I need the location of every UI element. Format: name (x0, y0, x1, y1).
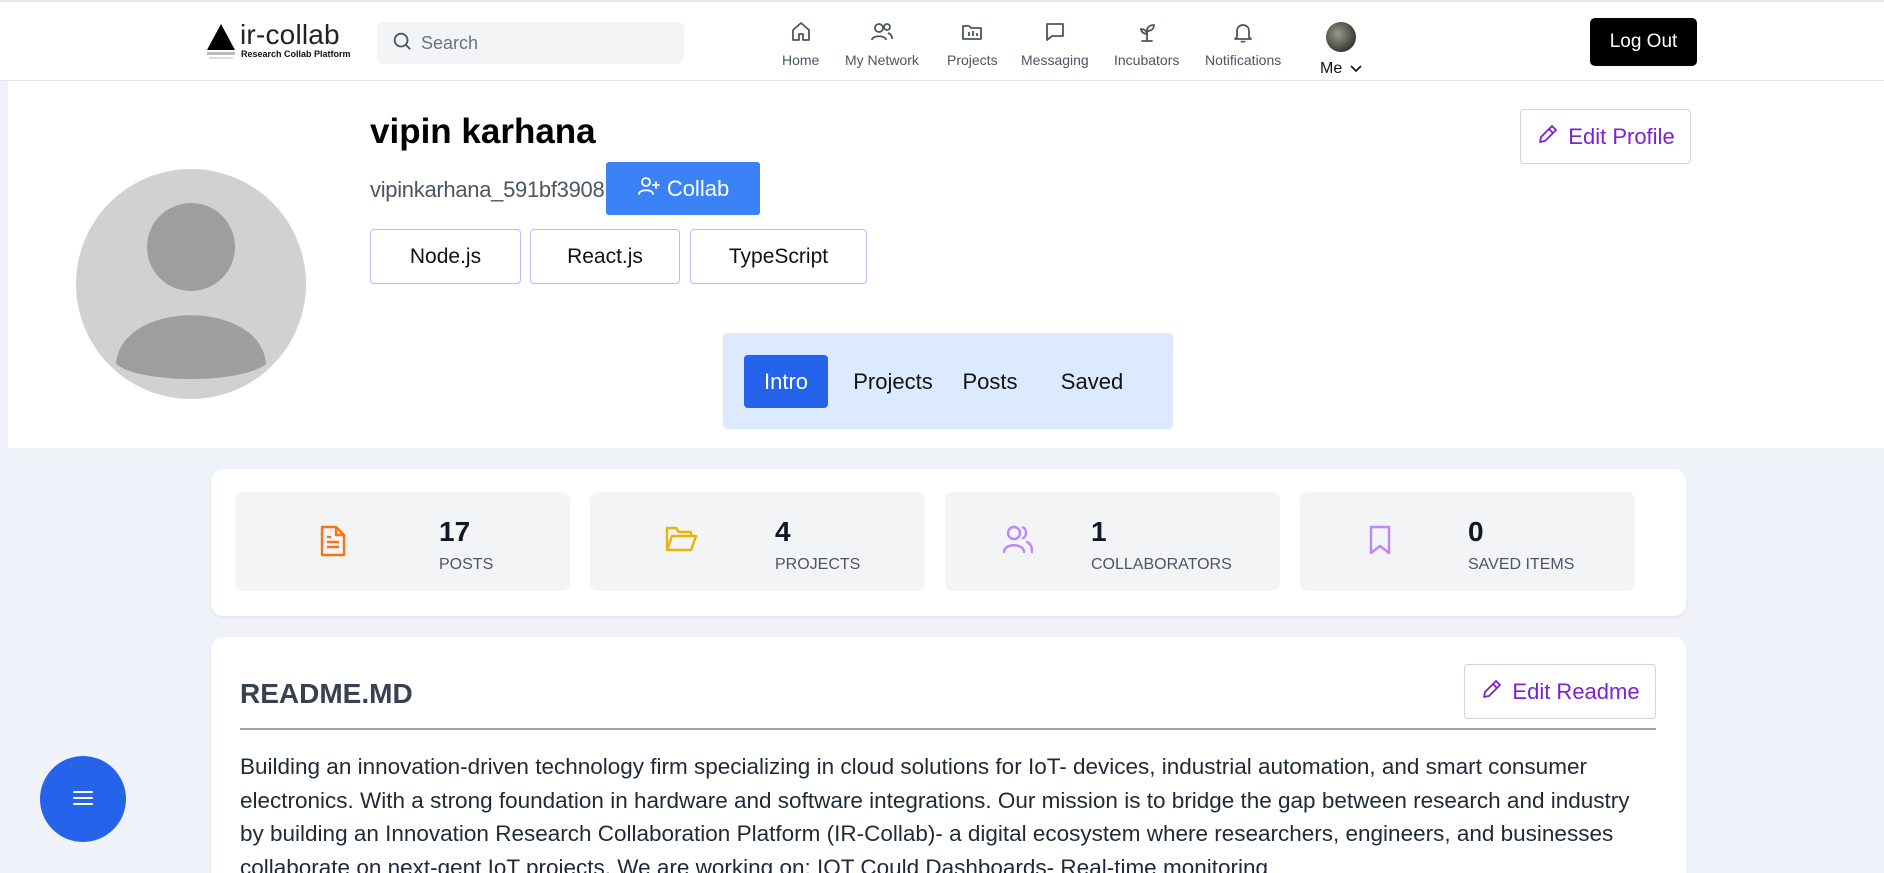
top-navbar: ir-collab Research Collab Platform Home … (0, 0, 1884, 81)
logo-triangle-icon (206, 20, 236, 60)
brand-tagline: Research Collab Platform (241, 49, 351, 59)
tab-posts[interactable]: Posts (955, 355, 1025, 408)
stat-label: COLLABORATORS (1091, 556, 1232, 573)
nav-messaging[interactable]: Messaging (1021, 20, 1089, 68)
stat-label: SAVED ITEMS (1468, 556, 1575, 573)
profile-name: vipin karhana (370, 112, 596, 151)
user-silhouette-icon (116, 203, 266, 379)
nav-my-network[interactable]: My Network (845, 20, 919, 68)
hamburger-icon (72, 789, 94, 810)
stats-card: 17 POSTS 4 PROJECTS 1 COLLABORATORS 0 SA… (211, 469, 1686, 616)
nav-projects[interactable]: Projects (947, 20, 998, 68)
users-icon (1002, 524, 1034, 559)
tab-saved[interactable]: Saved (1037, 355, 1147, 408)
stat-label: POSTS (439, 556, 494, 573)
stat-posts[interactable]: 17 POSTS (235, 492, 570, 591)
stat-value: 4 (775, 516, 791, 547)
nav-notifications[interactable]: Notifications (1205, 20, 1281, 68)
search-input[interactable] (421, 32, 671, 54)
skill-tag[interactable]: TypeScript (690, 229, 867, 284)
stat-value: 0 (1468, 516, 1484, 547)
skill-tag[interactable]: React.js (530, 229, 680, 284)
readme-card: README.MD Edit Readme Building an innova… (211, 637, 1686, 873)
stat-projects[interactable]: 4 PROJECTS (590, 492, 925, 591)
skill-tag[interactable]: Node.js (370, 229, 521, 284)
home-icon (789, 20, 813, 52)
edit-readme-button[interactable]: Edit Readme (1464, 664, 1656, 719)
nav-notifications-label: Notifications (1205, 52, 1282, 68)
stat-value: 1 (1091, 516, 1107, 547)
brand-name: ir-collab (240, 19, 340, 50)
collab-label: Collab (666, 175, 730, 201)
nav-home-label: Home (782, 52, 820, 68)
tab-intro[interactable]: Intro (744, 355, 828, 408)
readme-body: Building an innovation-driven technology… (240, 754, 1630, 873)
sprout-icon (1135, 20, 1159, 52)
nav-me-menu[interactable]: Me (1320, 22, 1362, 78)
avatar (1326, 22, 1357, 52)
tab-projects[interactable]: Projects (843, 355, 943, 408)
nav-incubators[interactable]: Incubators (1114, 20, 1179, 68)
collab-button[interactable]: Collab (606, 162, 760, 215)
pencil-icon (1536, 122, 1560, 152)
stat-label: PROJECTS (775, 556, 861, 573)
profile-tabs: Intro Projects Posts Saved (723, 333, 1173, 429)
user-plus-icon (637, 174, 661, 204)
brand-logo[interactable]: ir-collab Research Collab Platform (206, 20, 351, 60)
nav-projects-label: Projects (947, 52, 998, 68)
edit-profile-button[interactable]: Edit Profile (1520, 109, 1691, 164)
stat-value: 17 (439, 516, 471, 547)
users-icon (869, 20, 895, 52)
nav-home[interactable]: Home (782, 20, 819, 68)
profile-username: vipinkarhana_591bf3908 (370, 177, 605, 202)
pencil-icon (1480, 677, 1504, 707)
document-icon (319, 524, 347, 563)
nav-network-label: My Network (845, 52, 919, 68)
nav-messaging-label: Messaging (1021, 52, 1089, 68)
menu-fab-button[interactable] (40, 756, 126, 842)
readme-title: README.MD (240, 678, 413, 709)
bell-icon (1231, 20, 1255, 52)
search-box[interactable] (377, 22, 684, 64)
stat-saved-items[interactable]: 0 SAVED ITEMS (1300, 492, 1635, 591)
nav-me-label: Me (1320, 60, 1343, 77)
stat-collaborators[interactable]: 1 COLLABORATORS (945, 492, 1280, 591)
chevron-down-icon (1350, 60, 1362, 78)
edit-profile-label: Edit Profile (1568, 123, 1675, 149)
folder-chart-icon (960, 20, 984, 52)
message-icon (1043, 20, 1067, 52)
nav-incubators-label: Incubators (1114, 52, 1180, 68)
search-icon (391, 30, 413, 57)
divider (240, 728, 1656, 730)
edit-readme-label: Edit Readme (1512, 678, 1640, 704)
profile-avatar (76, 169, 306, 399)
logout-button[interactable]: Log Out (1590, 18, 1697, 66)
bookmark-icon (1368, 524, 1392, 561)
folder-open-icon (664, 524, 698, 559)
